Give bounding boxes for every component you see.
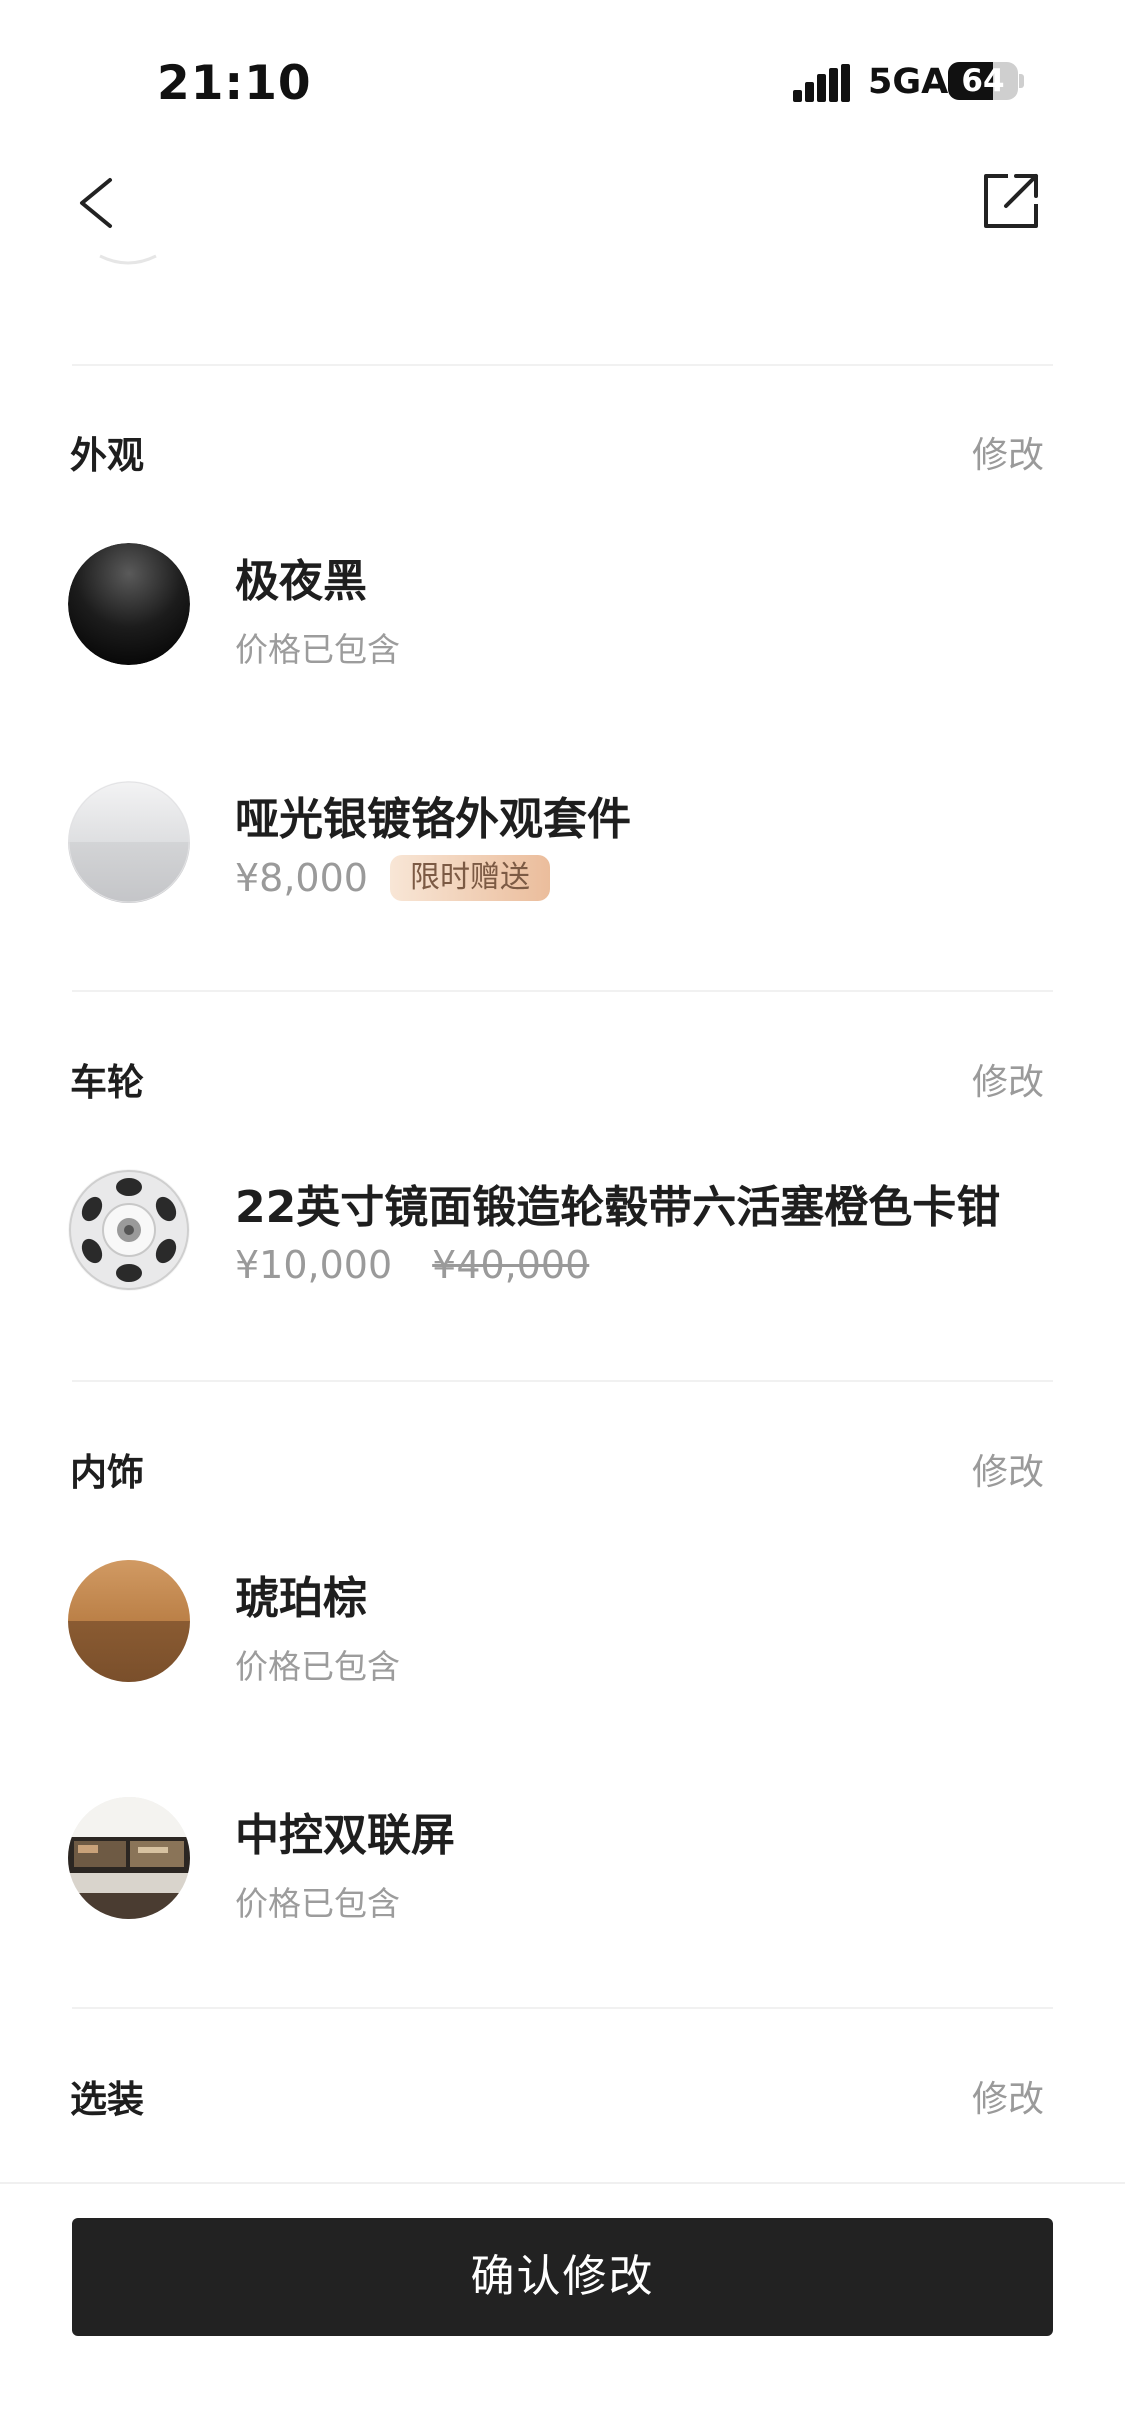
edit-exterior-button[interactable]: 修改 xyxy=(960,426,1044,478)
divider xyxy=(72,990,1053,992)
option-name: 琥珀棕 xyxy=(235,1573,367,1624)
option-price-note: 价格已包含 xyxy=(235,1647,400,1686)
signal-icon xyxy=(793,64,850,102)
battery-icon: 64 xyxy=(948,62,1024,100)
battery-level: 64 xyxy=(961,63,1005,99)
network-label: 5GA xyxy=(868,62,949,102)
bottom-bar-divider xyxy=(0,2182,1125,2184)
option-exterior-kit[interactable]: 哑光银镀铬外观套件 ¥8,000 限时赠送 xyxy=(68,781,1048,905)
option-price: ¥10,000 xyxy=(235,1243,393,1287)
option-name: 极夜黑 xyxy=(235,556,367,607)
silver-swatch xyxy=(68,781,190,903)
option-price-note: 价格已包含 xyxy=(235,1884,400,1923)
edit-options-button[interactable]: 修改 xyxy=(960,2070,1044,2122)
section-title-exterior: 外观 xyxy=(70,434,144,477)
option-interior-color[interactable]: 琥珀棕 价格已包含 xyxy=(68,1560,1048,1686)
confirm-button[interactable]: 确认修改 xyxy=(72,2218,1053,2336)
option-price: ¥8,000 xyxy=(235,856,368,900)
original-price: ¥40,000 xyxy=(432,1243,590,1287)
amber-swatch xyxy=(68,1560,190,1682)
section-title-interior: 内饰 xyxy=(70,1451,144,1494)
section-title-options: 选装 xyxy=(70,2078,144,2121)
option-price-note: 价格已包含 xyxy=(235,630,400,669)
scrolled-swatch-edge xyxy=(99,254,157,265)
divider xyxy=(72,364,1053,366)
option-exterior-color[interactable]: 极夜黑 价格已包含 xyxy=(68,543,1048,669)
black-swatch xyxy=(68,543,190,665)
option-name: 中控双联屏 xyxy=(235,1810,455,1861)
option-center-screen[interactable]: 中控双联屏 价格已包含 xyxy=(68,1797,1048,1923)
divider xyxy=(72,1380,1053,1382)
share-icon[interactable] xyxy=(980,170,1042,232)
option-name: 22英寸镜面锻造轮毂带六活塞橙色卡钳 xyxy=(235,1182,1001,1233)
option-wheels[interactable]: 22英寸镜面锻造轮毂带六活塞橙色卡钳 ¥10,000 ¥40,000 xyxy=(68,1169,1048,1293)
wheel-icon xyxy=(68,1169,190,1291)
screen-thumbnail xyxy=(68,1797,190,1919)
option-name: 哑光银镀铬外观套件 xyxy=(235,794,631,845)
edit-wheels-button[interactable]: 修改 xyxy=(960,1053,1044,1105)
divider xyxy=(72,2007,1053,2009)
edit-interior-button[interactable]: 修改 xyxy=(960,1443,1044,1495)
promo-badge: 限时赠送 xyxy=(389,855,550,901)
status-time: 21:10 xyxy=(157,56,312,111)
chevron-left-icon[interactable] xyxy=(72,172,122,234)
section-title-wheels: 车轮 xyxy=(70,1061,144,1104)
